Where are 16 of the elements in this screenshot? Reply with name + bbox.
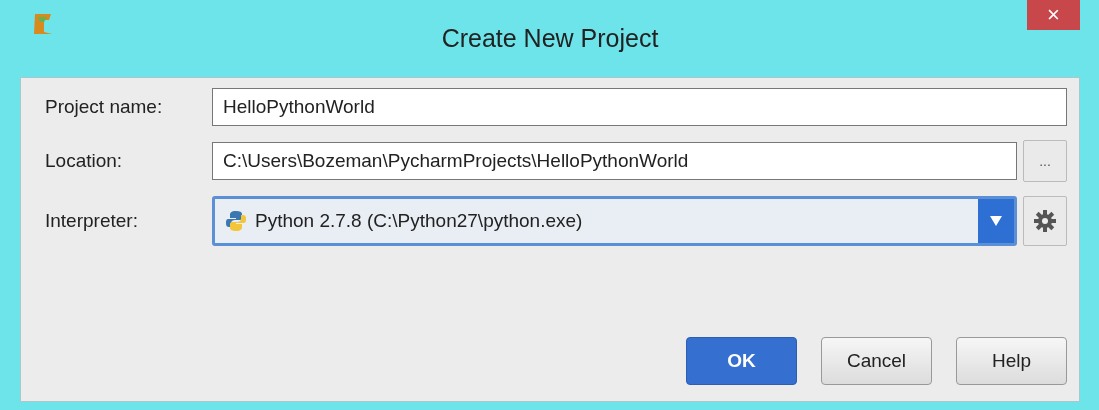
settings-button[interactable] — [1023, 196, 1067, 246]
dialog-button[interactable]: OK — [686, 337, 797, 385]
dialog-button[interactable]: Cancel — [821, 337, 932, 385]
app-logo-icon — [32, 11, 54, 36]
close-button[interactable]: × — [1027, 0, 1080, 30]
interpreter-dropdown[interactable]: Python 2.7.8 (C:\Python27\python.exe) — [212, 196, 1017, 246]
location-field[interactable]: C:\Users\Bozeman\PycharmProjects\HelloPythonWorld — [212, 142, 1017, 180]
field-label: Interpreter: — [45, 210, 139, 232]
browse-button[interactable]: ... — [1023, 140, 1067, 182]
project-name-field[interactable]: HelloPythonWorld — [212, 88, 1067, 126]
field-label: Project name: — [45, 96, 164, 118]
dialog-button[interactable]: Help — [956, 337, 1067, 385]
python-logo-icon — [225, 210, 247, 232]
window-title: Create New Project — [441, 24, 659, 53]
field-label: Location: — [45, 150, 124, 172]
settings-icon — [1033, 209, 1057, 233]
